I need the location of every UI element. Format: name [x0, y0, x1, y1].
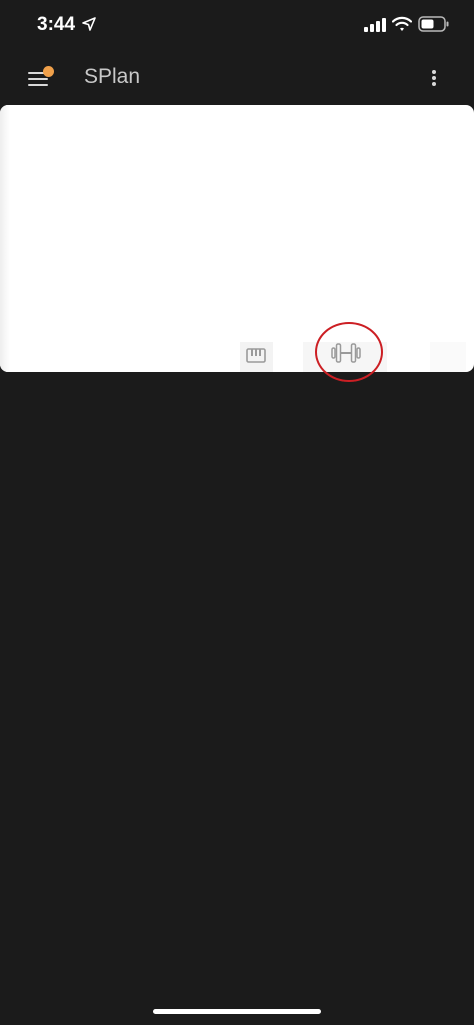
- tab-piano[interactable]: [240, 342, 273, 372]
- menu-line: [28, 78, 48, 80]
- app-screen: 3:44 SPlan: [0, 0, 474, 1025]
- more-dot: [432, 76, 436, 80]
- status-time: 3:44: [37, 14, 76, 35]
- cellular-signal-icon: [364, 18, 386, 32]
- more-options-button[interactable]: [424, 64, 444, 92]
- tab-extra[interactable]: [430, 342, 466, 372]
- card-edge-shadow: [0, 105, 10, 372]
- status-bar: 3:44: [0, 0, 474, 50]
- more-dot: [432, 70, 436, 74]
- wifi-icon: [392, 16, 412, 31]
- app-bar: SPlan: [0, 50, 474, 106]
- notification-badge: [43, 66, 54, 77]
- location-arrow-icon: [82, 17, 96, 31]
- menu-button[interactable]: [24, 64, 58, 92]
- piano-icon: [246, 348, 266, 363]
- more-dot: [432, 82, 436, 86]
- battery-icon: [418, 16, 449, 32]
- menu-line: [28, 84, 48, 86]
- tab-workout[interactable]: [303, 342, 387, 372]
- home-indicator[interactable]: [153, 1009, 321, 1014]
- content-card: [0, 105, 474, 372]
- app-title: SPlan: [84, 65, 141, 88]
- dumbbell-icon: [331, 343, 361, 363]
